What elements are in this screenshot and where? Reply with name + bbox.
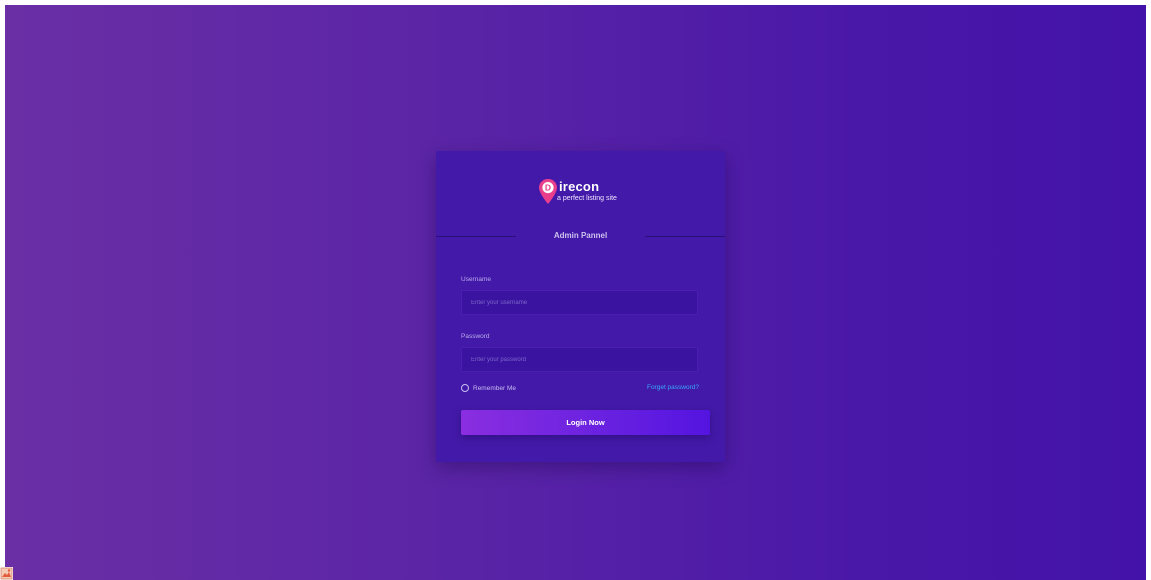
forgot-password-link[interactable]: Forget password?	[647, 384, 699, 391]
divider-right	[645, 236, 725, 237]
brand-tagline: a perfect listing site	[557, 195, 617, 202]
brand-logo: D irecon a perfect listing site	[538, 178, 638, 208]
remember-me-option[interactable]: Remember Me	[461, 383, 516, 393]
page-background: D irecon a perfect listing site Admin Pa…	[5, 5, 1146, 580]
password-label: Password	[461, 333, 490, 340]
login-button[interactable]: Login Now	[461, 410, 710, 435]
panel-heading: Admin Pannel	[436, 231, 725, 243]
brand-name: irecon	[559, 179, 600, 194]
username-label: Username	[461, 276, 491, 283]
username-input[interactable]	[461, 290, 698, 315]
logo-letter: D	[545, 183, 551, 193]
broken-image-icon	[0, 567, 13, 580]
login-card: D irecon a perfect listing site Admin Pa…	[436, 151, 725, 462]
remember-me-label: Remember Me	[473, 384, 516, 392]
password-input[interactable]	[461, 347, 698, 372]
remember-me-radio[interactable]	[461, 384, 469, 392]
map-pin-icon: D	[539, 179, 557, 204]
